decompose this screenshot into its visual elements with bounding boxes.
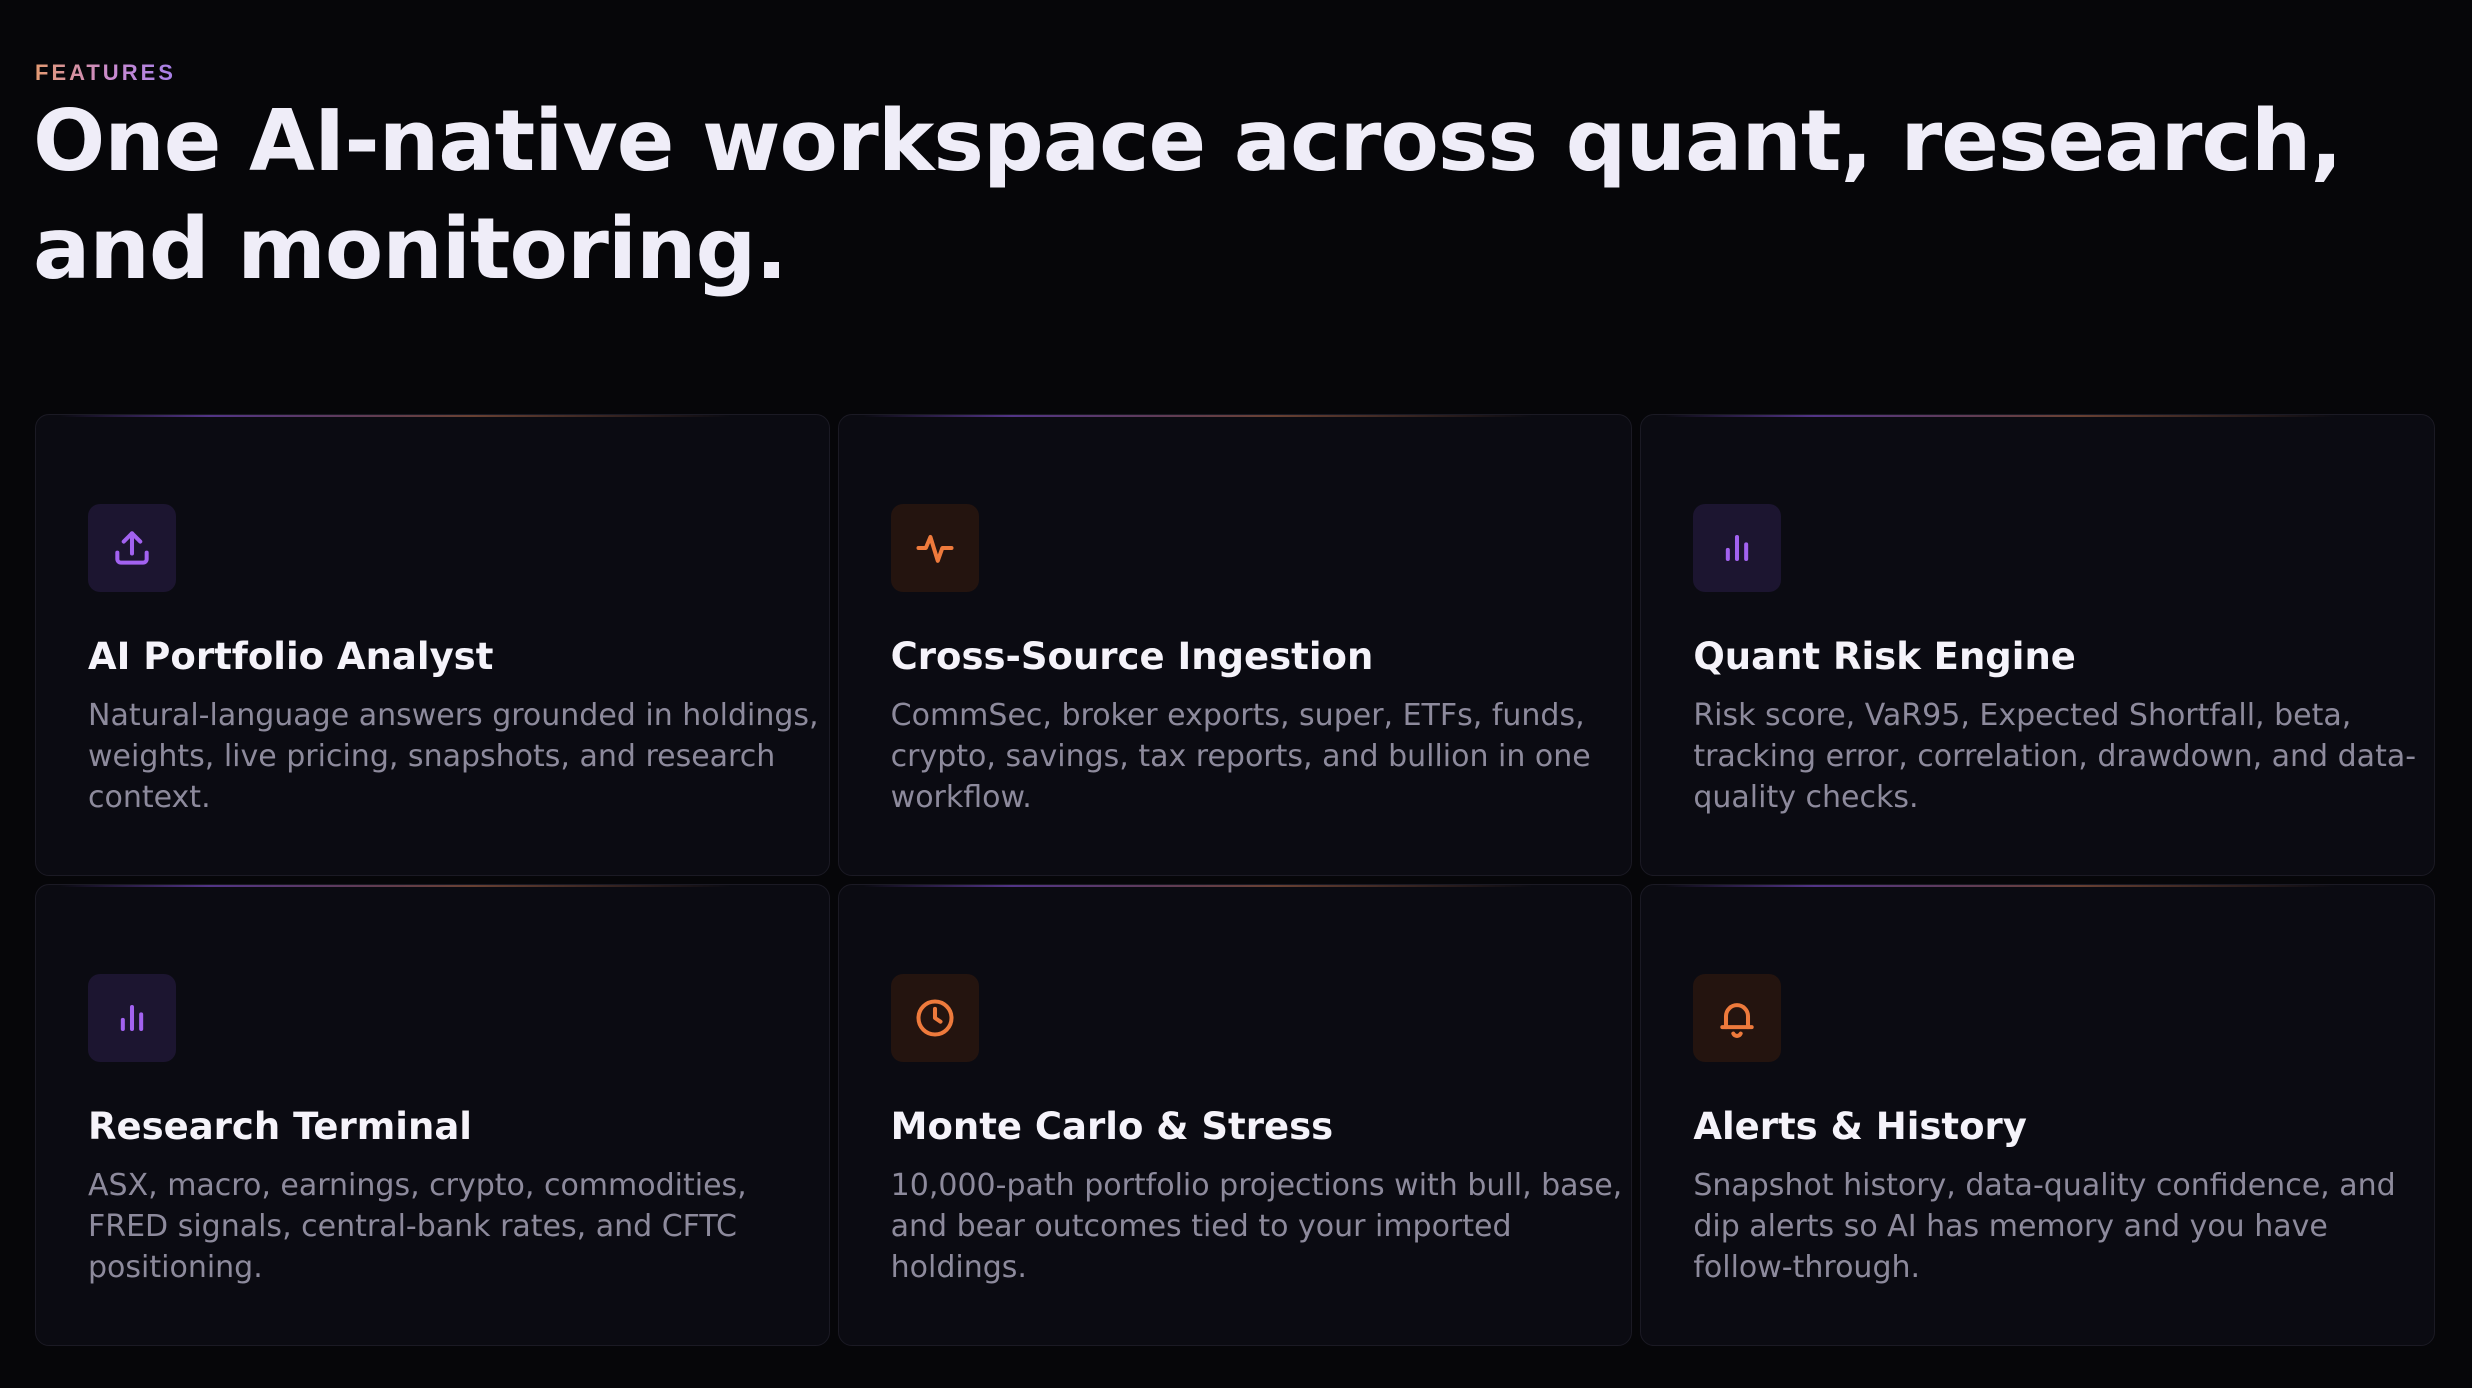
bar-chart-icon xyxy=(1693,504,1782,592)
feature-description: Snapshot history, data-quality confidenc… xyxy=(1693,1168,2396,1285)
upload-icon xyxy=(88,504,176,592)
feature-description: CommSec, broker exports, super, ETFs, fu… xyxy=(890,698,1591,815)
feature-description: ASX, macro, earnings, crypto, commoditie… xyxy=(88,1168,747,1285)
feature-title: Research Terminal xyxy=(88,1105,472,1148)
bar-chart-icon xyxy=(88,974,176,1062)
feature-title: Alerts & History xyxy=(1693,1105,2027,1148)
feature-card-quant-risk-engine: Quant Risk Engine Risk score, VaR95, Exp… xyxy=(1640,414,2435,876)
feature-title: AI Portfolio Analyst xyxy=(88,635,494,678)
feature-description: Natural-language answers grounded in hol… xyxy=(88,698,819,815)
feature-title: Cross-Source Ingestion xyxy=(890,635,1374,678)
section-headline: One AI-native workspace across quant, re… xyxy=(33,92,2343,299)
feature-card-cross-source-ingestion: Cross-Source Ingestion CommSec, broker e… xyxy=(837,414,1633,876)
features-grid: AI Portfolio Analyst Natural-language an… xyxy=(35,414,2435,1346)
feature-card-monte-carlo-stress: Monte Carlo & Stress 10,000-path portfol… xyxy=(837,884,1633,1346)
clock-icon xyxy=(890,974,979,1062)
feature-title: Quant Risk Engine xyxy=(1693,635,2076,678)
section-eyebrow: FEATURES xyxy=(35,60,176,85)
feature-description: Risk score, VaR95, Expected Shortfall, b… xyxy=(1693,698,2417,815)
bell-icon xyxy=(1693,974,1782,1062)
feature-card-ai-portfolio-analyst: AI Portfolio Analyst Natural-language an… xyxy=(35,414,830,876)
feature-card-research-terminal: Research Terminal ASX, macro, earnings, … xyxy=(35,884,830,1346)
feature-card-alerts-history: Alerts & History Snapshot history, data-… xyxy=(1640,884,2435,1346)
activity-icon xyxy=(890,504,979,592)
feature-description: 10,000-path portfolio projections with b… xyxy=(890,1168,1623,1285)
feature-title: Monte Carlo & Stress xyxy=(890,1105,1334,1148)
